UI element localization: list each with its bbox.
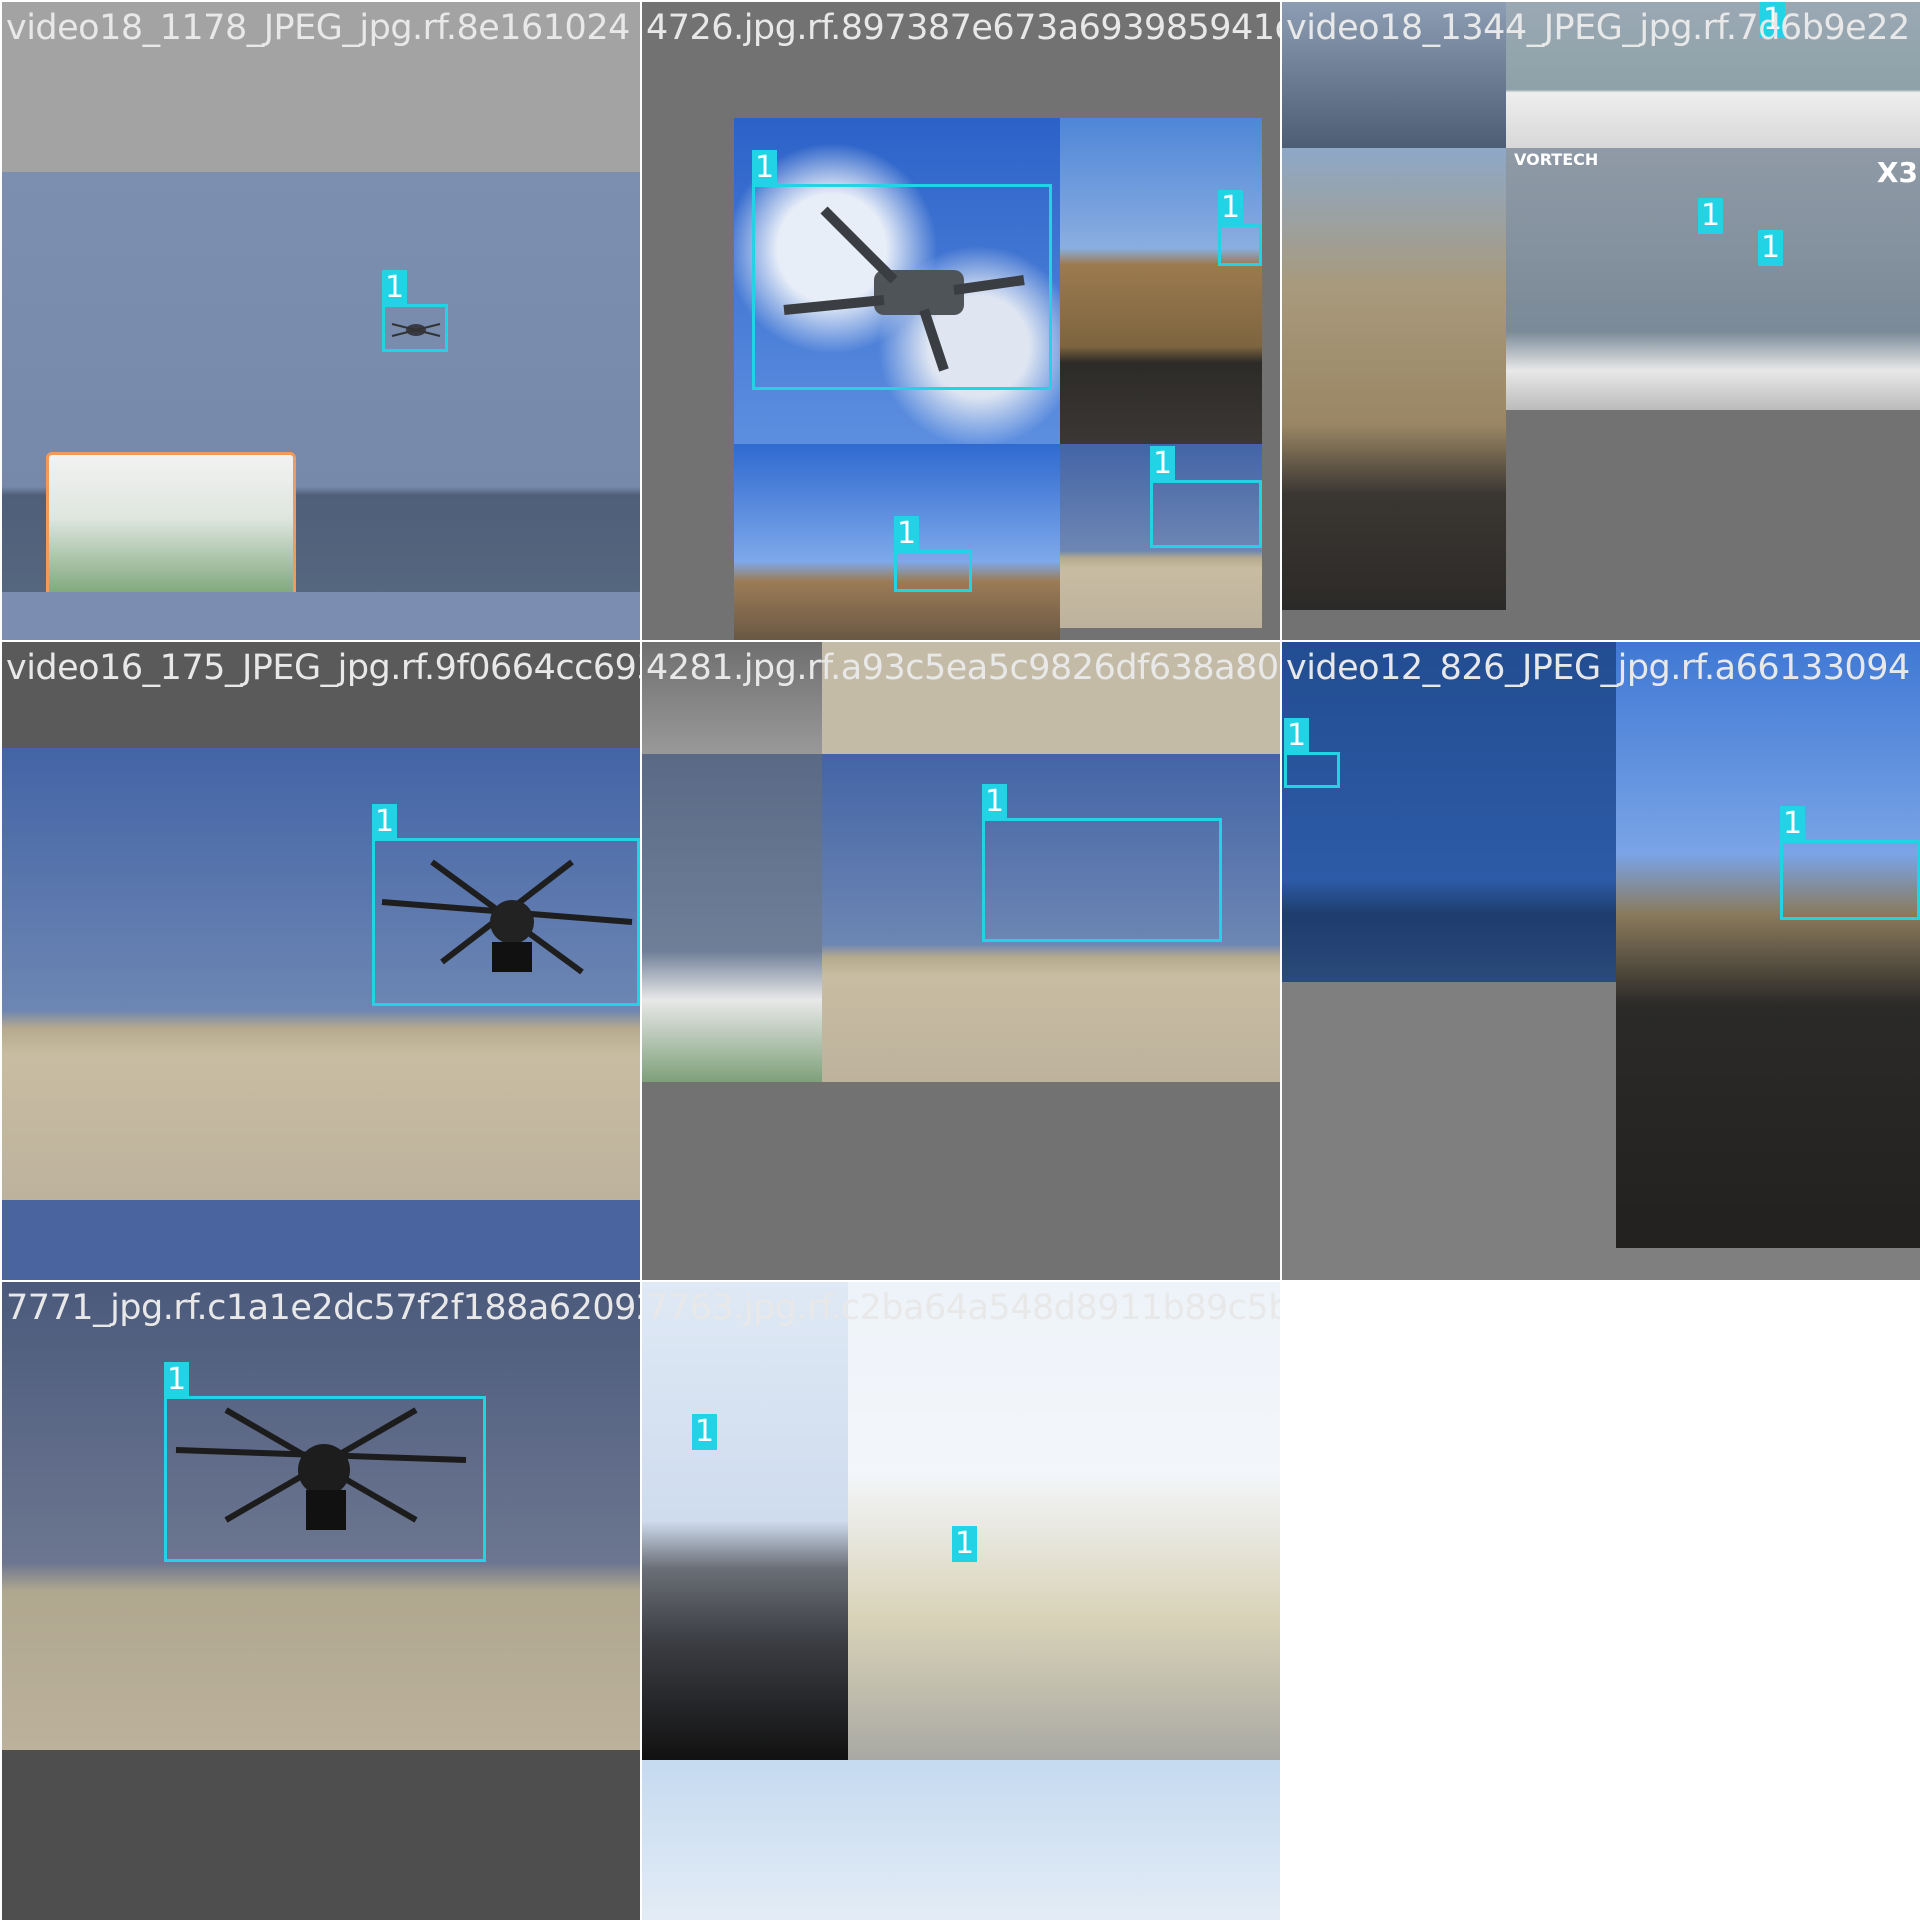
image-filename: 7763.jpg.rf.c2ba64a548d8911b89c5b9ea3157 xyxy=(646,1288,1280,1328)
mosaic-tile-2: 1 1 1 1 4726.jpg.rf.897387e673a693985941… xyxy=(642,2,1280,640)
class-label: 1 xyxy=(692,1414,718,1450)
mosaic-tile-1: 1 video18_1178_JPEG_jpg.rf.8e161024 xyxy=(2,2,640,640)
class-label: 1 xyxy=(982,784,1008,820)
mosaic-tile-7: 1 7771_jpg.rf.c1a1e2dc57f2f188a62092 xyxy=(2,1282,640,1920)
class-label: 1 xyxy=(164,1362,190,1398)
ocean-boat-image: VORTECH X3 xyxy=(1506,148,1920,410)
mosaic-page: { "mosaic": { "tiles": [ {"filename": "v… xyxy=(0,0,1920,1920)
image-filename: video16_175_JPEG_jpg.rf.9f0664cc6939728 xyxy=(6,648,640,688)
sky-image xyxy=(642,1760,1280,1920)
detection-box xyxy=(982,818,1222,942)
detection-box xyxy=(1780,840,1920,920)
detection-box xyxy=(382,304,448,352)
class-label: 1 xyxy=(1780,806,1806,842)
class-label: 1 xyxy=(1284,718,1310,754)
detection-box xyxy=(372,838,640,1006)
image-filename: video12_826_JPEG_jpg.rf.a66133094 xyxy=(1286,648,1910,688)
image-filename: 4726.jpg.rf.897387e673a693985941d15dd638… xyxy=(646,8,1280,48)
mosaic-tile-8: 1 1 7763.jpg.rf.c2ba64a548d8911b89c5b9ea… xyxy=(642,1282,1280,1920)
ocean-strip xyxy=(2,592,640,640)
detection-box xyxy=(894,550,972,592)
detection-box xyxy=(1150,480,1262,548)
class-label: 1 xyxy=(382,270,408,306)
class-label: 1 xyxy=(752,150,778,186)
mosaic-tile-5: 1 4281.jpg.rf.a93c5ea5c9826df638a80 xyxy=(642,642,1280,1280)
ocean-image xyxy=(642,754,822,1082)
image-filename: 4281.jpg.rf.a93c5ea5c9826df638a80 xyxy=(646,648,1279,688)
image-filename: video18_1344_JPEG_jpg.rf.7d6b9e22 xyxy=(1286,8,1910,48)
class-label: 1 xyxy=(372,804,398,840)
mosaic-tile-3: VORTECH X3 1 1 1 video18_1344_JPEG_jpg.r… xyxy=(1282,2,1920,640)
class-label: 1 xyxy=(894,516,920,552)
class-label: 1 xyxy=(952,1526,978,1562)
detection-box xyxy=(1218,224,1262,266)
mosaic-tile-4: 1 video16_175_JPEG_jpg.rf.9f0664cc693972… xyxy=(2,642,640,1280)
detection-box xyxy=(1284,752,1340,788)
building-image xyxy=(642,1282,848,1760)
sky-strip xyxy=(2,1200,640,1280)
boat-image-crop xyxy=(46,452,296,598)
tree-image xyxy=(1060,118,1262,444)
class-label: 1 xyxy=(1218,190,1244,226)
detection-box xyxy=(164,1396,486,1562)
detection-box xyxy=(752,184,1052,390)
tree-image xyxy=(1282,148,1506,610)
backyard-image xyxy=(1616,642,1920,1248)
class-label: 1 xyxy=(1758,230,1784,266)
sea-image xyxy=(1282,642,1616,982)
class-label: 1 xyxy=(1150,446,1176,482)
campus-image xyxy=(848,1282,1280,1760)
class-label: 1 xyxy=(1698,198,1724,234)
mosaic-tile-6: 1 1 video12_826_JPEG_jpg.rf.a66133094 xyxy=(1282,642,1920,1280)
watermark-x3: X3 xyxy=(1876,156,1918,189)
image-filename: 7771_jpg.rf.c1a1e2dc57f2f188a62092 xyxy=(6,1288,640,1328)
watermark-logo: VORTECH xyxy=(1514,150,1599,169)
image-filename: video18_1178_JPEG_jpg.rf.8e161024 xyxy=(6,8,630,48)
